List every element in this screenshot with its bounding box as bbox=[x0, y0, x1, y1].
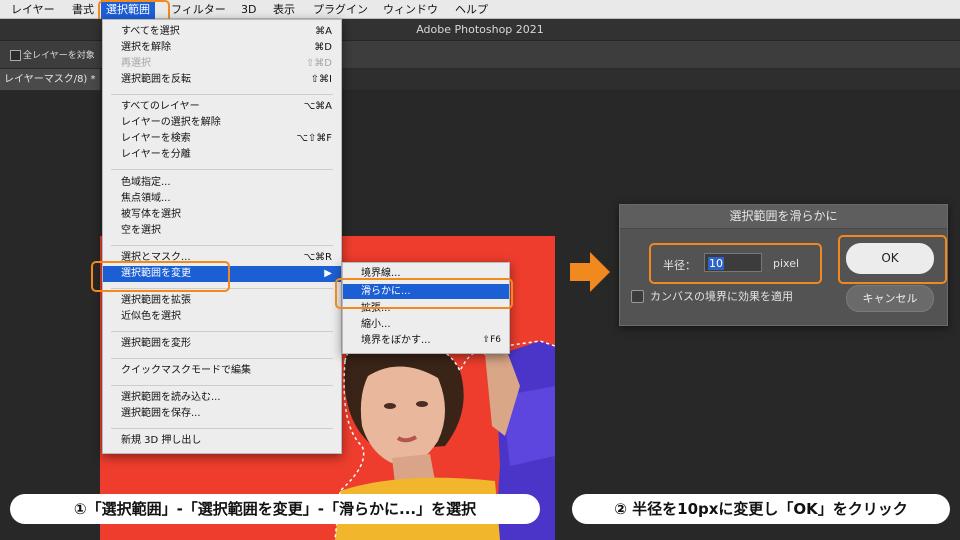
sample-all-layers-label: 全レイヤーを対象 bbox=[23, 51, 95, 61]
menu-plugins[interactable]: プラグイン bbox=[308, 0, 373, 19]
menu-layer[interactable]: レイヤー bbox=[6, 0, 60, 19]
menu-separator bbox=[111, 245, 333, 246]
menu-item-new-3d-extrusion[interactable]: 新規 3D 押し出し bbox=[103, 433, 341, 449]
menu-item-transform-selection[interactable]: 選択範囲を変形 bbox=[103, 336, 341, 352]
menu-item-inverse[interactable]: 選択範囲を反転 ⇧⌘I bbox=[103, 72, 341, 88]
cancel-button[interactable]: キャンセル bbox=[846, 285, 934, 312]
menu-item-similar[interactable]: 近似色を選択 bbox=[103, 309, 341, 325]
sample-all-layers-checkbox[interactable] bbox=[10, 50, 21, 61]
submenu-item-contract[interactable]: 縮小... bbox=[343, 317, 509, 332]
menu-item-find-layers[interactable]: レイヤーを検索 ⌥⇧⌘F bbox=[103, 131, 341, 147]
highlight-smooth-item bbox=[335, 278, 513, 309]
menu-item-color-range[interactable]: 色域指定... bbox=[103, 175, 341, 191]
highlight-modify-item bbox=[91, 261, 230, 292]
submenu-item-feather[interactable]: 境界をぼかす... ⇧F6 bbox=[343, 333, 509, 348]
menu-help[interactable]: ヘルプ bbox=[450, 0, 493, 19]
menu-filter[interactable]: フィルター bbox=[166, 0, 231, 19]
menu-separator bbox=[111, 385, 333, 386]
menu-item-all-layers[interactable]: すべてのレイヤー ⌥⌘A bbox=[103, 99, 341, 115]
menu-view[interactable]: 表示 bbox=[268, 0, 300, 19]
menu-separator bbox=[111, 169, 333, 170]
menu-item-load-selection[interactable]: 選択範囲を読み込む... bbox=[103, 390, 341, 406]
menu-separator bbox=[111, 358, 333, 359]
clamp-to-canvas-checkbox[interactable] bbox=[631, 290, 644, 303]
menu-3d[interactable]: 3D bbox=[236, 0, 261, 19]
menu-item-select-all[interactable]: すべてを選択 ⌘A bbox=[103, 24, 341, 40]
document-tab[interactable]: レイヤーマスク/8) * bbox=[0, 69, 100, 91]
caption-step-1: ①「選択範囲」-「選択範囲を変更」-「滑らかに...」を選択 bbox=[10, 494, 540, 524]
highlight-radius-field bbox=[649, 243, 822, 284]
menu-item-isolate-layers[interactable]: レイヤーを分離 bbox=[103, 147, 341, 163]
menu-item-quick-mask[interactable]: クイックマスクモードで編集 bbox=[103, 363, 341, 379]
menu-separator bbox=[111, 331, 333, 332]
menu-item-grow[interactable]: 選択範囲を拡張 bbox=[103, 293, 341, 309]
highlight-ok-button bbox=[838, 235, 947, 284]
arrow-right-icon bbox=[570, 252, 610, 292]
menu-item-select-sky[interactable]: 空を選択 bbox=[103, 223, 341, 239]
menu-separator bbox=[111, 428, 333, 429]
menu-window[interactable]: ウィンドウ bbox=[378, 0, 443, 19]
select-menu-dropdown: すべてを選択 ⌘A 選択を解除 ⌘D 再選択 ⇧⌘D 選択範囲を反転 ⇧⌘I すべてのレ… bbox=[102, 19, 342, 454]
dialog-title: 選択範囲を滑らかに bbox=[620, 205, 947, 229]
caption-step-2: ② 半径を10pxに変更し「OK」をクリック bbox=[572, 494, 950, 524]
menu-item-deselect[interactable]: 選択を解除 ⌘D bbox=[103, 40, 341, 56]
menu-type[interactable]: 書式 bbox=[67, 0, 99, 19]
menu-item-reselect: 再選択 ⇧⌘D bbox=[121, 58, 332, 69]
clamp-to-canvas-label: カンバスの境界に効果を適用 bbox=[650, 290, 793, 303]
menu-item-select-subject[interactable]: 被写体を選択 bbox=[103, 207, 341, 223]
menu-item-save-selection[interactable]: 選択範囲を保存... bbox=[103, 406, 341, 422]
menu-item-focus-area[interactable]: 焦点領域... bbox=[103, 191, 341, 207]
menu-separator bbox=[111, 94, 333, 95]
menu-item-deselect-layers[interactable]: レイヤーの選択を解除 bbox=[103, 115, 341, 131]
